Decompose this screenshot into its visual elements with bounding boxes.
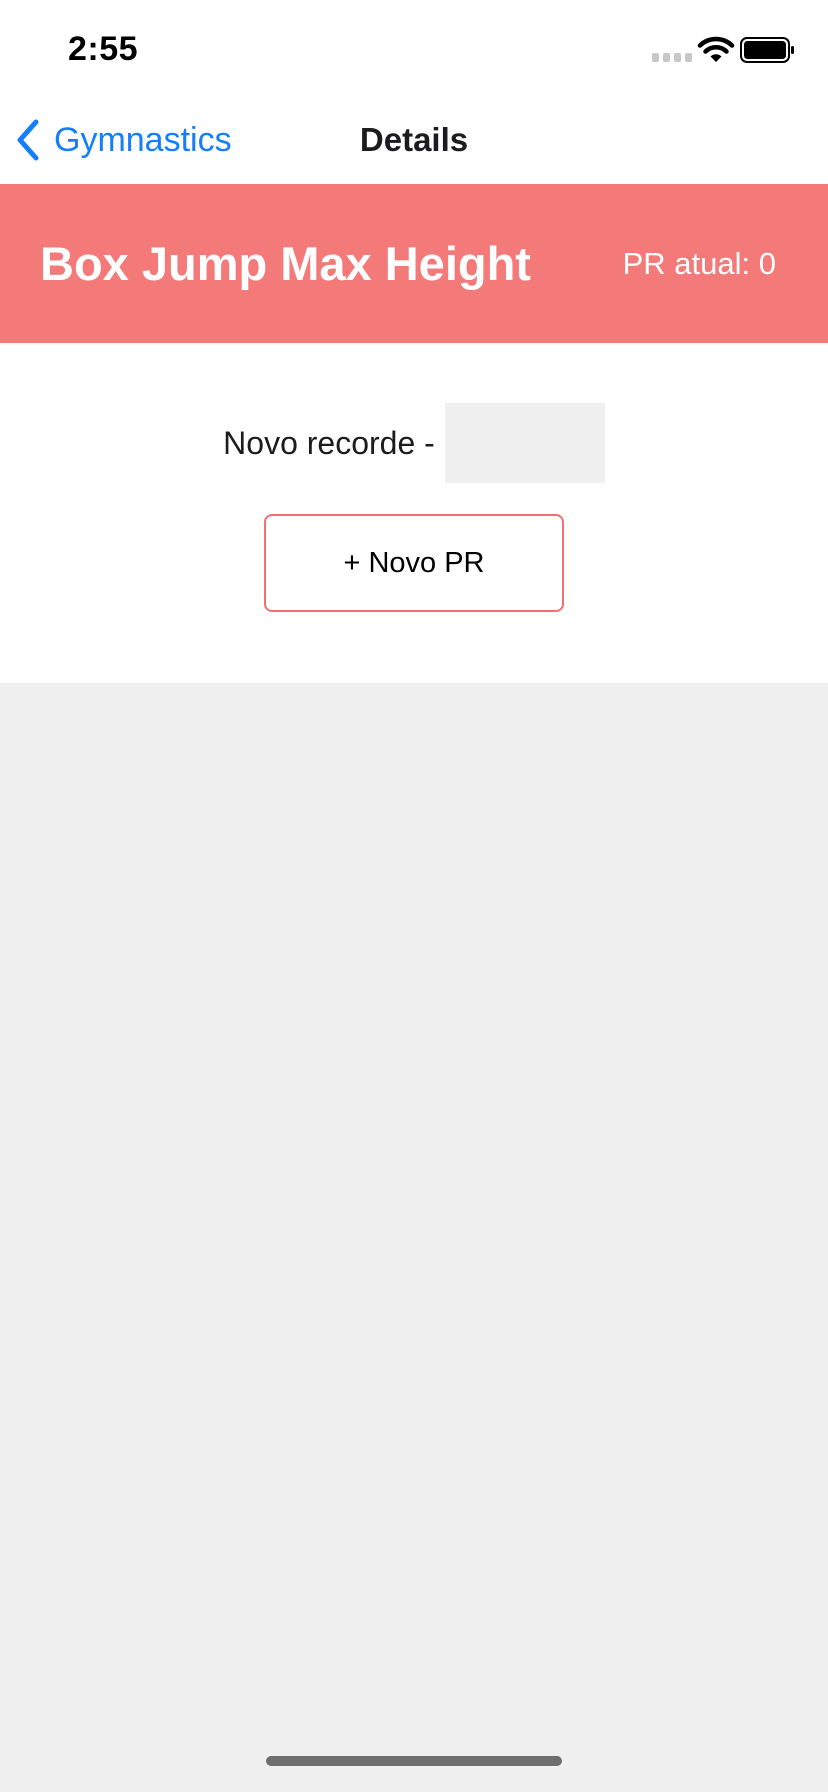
new-record-label: Novo recorde - bbox=[223, 424, 435, 461]
wifi-icon bbox=[697, 36, 735, 62]
new-record-form: Novo recorde - + Novo PR bbox=[0, 343, 828, 683]
exercise-title: Box Jump Max Height bbox=[40, 237, 531, 290]
add-new-pr-button[interactable]: + Novo PR bbox=[264, 514, 564, 612]
cellular-signal-icon bbox=[652, 53, 692, 62]
battery-icon bbox=[740, 37, 794, 63]
new-record-input[interactable] bbox=[444, 403, 605, 483]
status-bar: 2:55 bbox=[0, 0, 828, 94]
status-time: 2:55 bbox=[68, 30, 139, 68]
exercise-header-banner: Box Jump Max Height PR atual: 0 bbox=[0, 184, 828, 343]
page-title: Details bbox=[359, 121, 469, 158]
current-pr-label: PR atual: 0 bbox=[622, 246, 776, 281]
home-indicator[interactable] bbox=[266, 1756, 562, 1766]
navigation-bar: Gymnastics Details bbox=[0, 94, 828, 184]
new-record-row: Novo recorde - bbox=[0, 403, 828, 483]
